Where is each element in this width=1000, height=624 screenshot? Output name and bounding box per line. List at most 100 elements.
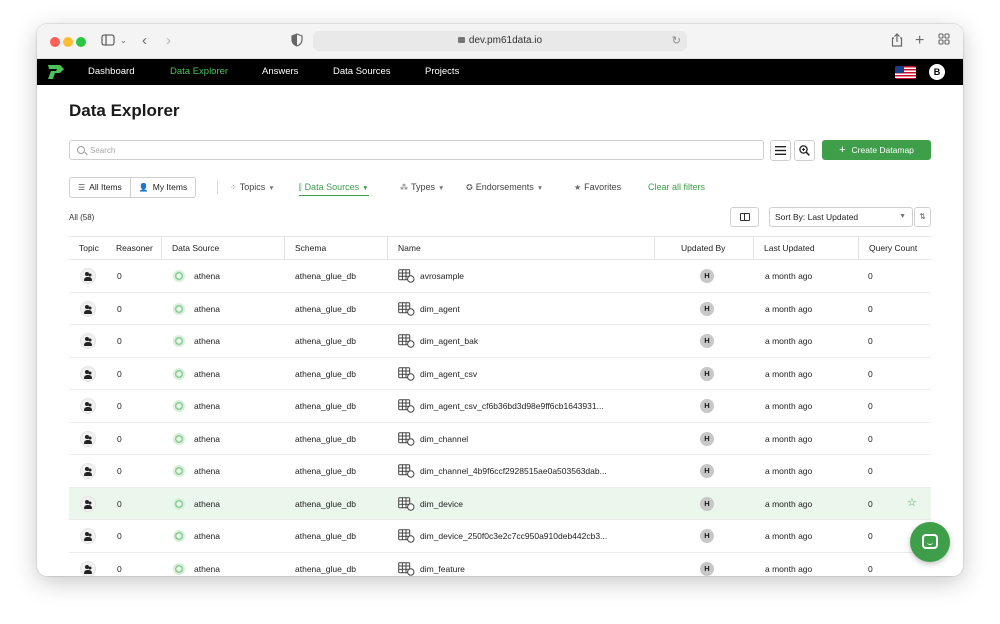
data-source-cell[interactable]: athena xyxy=(194,553,220,577)
name-cell[interactable]: avrosample xyxy=(420,260,464,292)
data-source-cell[interactable]: athena xyxy=(194,455,220,487)
list-view-button[interactable] xyxy=(770,140,791,161)
name-cell[interactable]: dim_channel xyxy=(420,423,468,455)
nav-projects[interactable]: Projects xyxy=(425,59,459,85)
table-row[interactable]: 0 athena athena_glue_db dim_device Ha month … xyxy=(69,487,931,520)
topic-icon[interactable] xyxy=(80,495,96,512)
schema-cell[interactable]: athena_glue_db xyxy=(295,520,356,552)
app-logo-icon[interactable] xyxy=(47,64,65,80)
clear-filters-link[interactable]: Clear all filters xyxy=(648,182,705,192)
name-cell[interactable]: dim_agent_csv_cf6b36bd3d98e9ff6cb1643931… xyxy=(420,390,604,422)
data-source-cell[interactable]: athena xyxy=(194,520,220,552)
nav-answers[interactable]: Answers xyxy=(262,59,298,85)
close-window-button[interactable] xyxy=(50,37,60,47)
data-source-cell[interactable]: athena xyxy=(194,423,220,455)
topic-icon[interactable] xyxy=(80,560,96,576)
column-header-updated-by[interactable]: Updated By xyxy=(654,237,725,260)
nav-data-explorer[interactable]: Data Explorer xyxy=(170,59,228,85)
forward-icon[interactable]: › xyxy=(166,33,171,49)
zoom-window-button[interactable] xyxy=(76,37,86,47)
filter-topics[interactable]: ⁘ Topics ▼ xyxy=(230,182,275,192)
schema-cell[interactable]: athena_glue_db xyxy=(295,358,356,390)
table-row[interactable]: 0 athena athena_glue_db dim_feature Ha month… xyxy=(69,553,931,577)
topic-icon[interactable] xyxy=(80,463,96,479)
name-cell[interactable]: dim_feature xyxy=(420,553,465,577)
columns-button[interactable] xyxy=(730,207,759,227)
schema-cell[interactable]: athena_glue_db xyxy=(295,260,356,292)
reload-icon[interactable]: ↻ xyxy=(672,31,681,51)
column-header-data-source[interactable]: Data Source xyxy=(161,237,219,260)
topic-icon[interactable] xyxy=(80,430,96,447)
name-cell[interactable]: dim_agent xyxy=(420,293,460,325)
table-row[interactable]: 0 athena athena_glue_db avrosample Ha month … xyxy=(69,260,931,293)
schema-cell[interactable]: athena_glue_db xyxy=(295,293,356,325)
back-icon[interactable]: ‹ xyxy=(142,33,147,49)
athena-icon xyxy=(173,302,185,315)
user-avatar[interactable]: B xyxy=(929,64,945,80)
table-row[interactable]: 0 athena athena_glue_db dim_agent_csv Ha mon… xyxy=(69,358,931,390)
table-row[interactable]: 0 athena athena_glue_db dim_agent Ha month a… xyxy=(69,293,931,325)
filter-data-sources[interactable]: ⫿ Data Sources ▼ xyxy=(299,182,369,196)
filter-types[interactable]: ⁂ Types ▼ xyxy=(400,182,444,192)
share-icon[interactable] xyxy=(891,33,903,49)
data-source-cell[interactable]: athena xyxy=(194,390,220,422)
column-header-query-count[interactable]: Query Count xyxy=(858,237,917,260)
reasoner-cell: 0 xyxy=(117,303,122,314)
topic-icon[interactable] xyxy=(80,528,96,544)
name-cell[interactable]: dim_agent_csv xyxy=(420,358,477,390)
schema-cell[interactable]: athena_glue_db xyxy=(295,488,356,520)
name-cell[interactable]: dim_device xyxy=(420,488,463,520)
table-row[interactable]: 0 athena athena_glue_db dim_channel Ha month… xyxy=(69,423,931,455)
my-items-option[interactable]: 👤 My Items xyxy=(129,178,195,197)
schema-cell[interactable]: athena_glue_db xyxy=(295,390,356,422)
us-flag-icon[interactable] xyxy=(895,66,916,79)
tab-overview-icon[interactable] xyxy=(938,33,950,49)
data-source-cell[interactable]: athena xyxy=(194,260,220,292)
privacy-shield-icon[interactable] xyxy=(291,33,303,49)
topic-icon[interactable] xyxy=(80,268,96,284)
schema-cell[interactable]: athena_glue_db xyxy=(295,325,356,357)
name-cell[interactable]: dim_device_250f0c3e2c7cc950a910deb442cb3… xyxy=(420,520,607,552)
schema-cell[interactable]: athena_glue_db xyxy=(295,423,356,455)
data-source-cell[interactable]: athena xyxy=(194,325,220,357)
sidebar-toggle-icon[interactable] xyxy=(101,33,115,49)
sort-select[interactable]: Sort By: Last Updated ▼ xyxy=(769,207,913,227)
create-datamap-button[interactable]: + Create Datamap xyxy=(822,140,931,160)
reasoner-cell: 0 xyxy=(117,271,122,281)
filter-favorites[interactable]: ★ Favorites xyxy=(574,182,621,192)
search-input[interactable] xyxy=(90,143,750,158)
data-source-cell[interactable]: athena xyxy=(194,488,220,520)
schema-cell[interactable]: athena_glue_db xyxy=(295,553,356,577)
chat-launcher-button[interactable] xyxy=(910,522,950,562)
schema-cell[interactable]: athena_glue_db xyxy=(295,455,356,487)
favorite-star-icon[interactable]: ☆ xyxy=(907,488,917,519)
table-row[interactable]: 0 athena athena_glue_db dim_agent_csv_cf6b3… xyxy=(69,390,931,423)
filter-endorsements[interactable]: ✪ Endorsements ▼ xyxy=(466,182,543,192)
chevron-down-icon[interactable]: ⌄ xyxy=(120,33,127,49)
nav-dashboard[interactable]: Dashboard xyxy=(88,59,134,85)
topic-icon[interactable] xyxy=(80,398,96,414)
column-header-reasoner[interactable]: Reasoner xyxy=(106,237,153,260)
topic-icon[interactable] xyxy=(80,365,96,382)
column-header-name[interactable]: Name xyxy=(387,237,421,260)
name-cell[interactable]: dim_channel_4b9f6ccf2928515ae0a503563dab… xyxy=(420,455,607,487)
search-box[interactable] xyxy=(69,140,764,160)
table-row[interactable]: 0 athena athena_glue_db dim_device_250f0c3e… xyxy=(69,520,931,553)
minimize-window-button[interactable] xyxy=(63,37,73,47)
data-source-cell[interactable]: athena xyxy=(194,293,220,325)
zoom-search-button[interactable] xyxy=(794,140,815,161)
address-bar[interactable]: dev.pm61data.io ↻ xyxy=(313,31,687,51)
column-header-schema[interactable]: Schema xyxy=(284,237,326,260)
column-header-topic[interactable]: Topic xyxy=(69,237,99,260)
column-header-last-updated[interactable]: Last Updated xyxy=(753,237,815,260)
new-tab-icon[interactable]: + xyxy=(915,33,924,49)
data-source-cell[interactable]: athena xyxy=(194,358,220,390)
nav-data-sources[interactable]: Data Sources xyxy=(333,59,391,85)
topic-icon[interactable] xyxy=(80,333,96,349)
table-row[interactable]: 0 athena athena_glue_db dim_channel_4b9f6cc… xyxy=(69,455,931,488)
topic-icon[interactable] xyxy=(80,300,96,317)
all-items-option[interactable]: ☰ All Items xyxy=(70,178,130,197)
sort-direction-button[interactable]: ⇅ xyxy=(914,207,931,227)
table-row[interactable]: 0 athena athena_glue_db dim_agent_bak Ha mon… xyxy=(69,325,931,358)
name-cell[interactable]: dim_agent_bak xyxy=(420,325,478,357)
